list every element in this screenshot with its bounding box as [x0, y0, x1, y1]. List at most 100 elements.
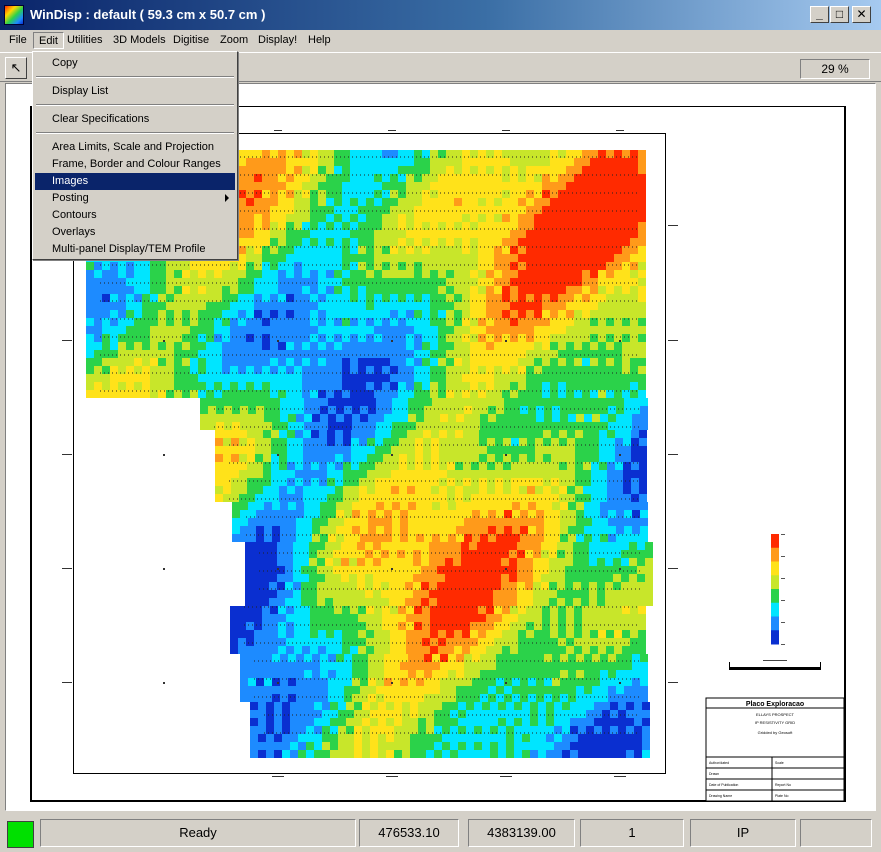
menu-item-contours[interactable]: Contours	[35, 207, 235, 224]
image-cell	[366, 614, 374, 622]
image-cell	[208, 414, 216, 422]
status-extra	[800, 819, 872, 847]
image-cell	[638, 366, 646, 374]
image-cell	[621, 558, 629, 566]
image-cell	[479, 430, 487, 438]
menu-item-copy[interactable]: Copy	[35, 55, 235, 72]
image-cell	[542, 198, 550, 206]
image-cell	[294, 622, 302, 630]
image-cell	[454, 382, 462, 390]
image-cell	[565, 542, 573, 550]
image-cell	[638, 158, 646, 166]
image-cell	[415, 446, 423, 454]
image-cell	[576, 518, 584, 526]
image-cell	[634, 742, 642, 750]
image-cell	[645, 582, 653, 590]
image-cell	[287, 486, 295, 494]
image-cell	[272, 422, 280, 430]
frame-tick	[163, 568, 165, 570]
image-cell	[582, 262, 590, 270]
image-cell	[246, 302, 254, 310]
image-cell	[607, 486, 615, 494]
image-cell	[266, 710, 274, 718]
image-cell	[382, 190, 390, 198]
image-cell	[314, 710, 322, 718]
image-cell	[230, 646, 238, 654]
menu-item-overlays[interactable]: Overlays	[35, 224, 235, 241]
menu-item-posting[interactable]: Posting	[35, 190, 235, 207]
image-cell	[254, 646, 262, 654]
image-cell	[238, 342, 246, 350]
image-cell	[504, 662, 512, 670]
image-cell	[342, 310, 350, 318]
image-cell	[622, 374, 630, 382]
image-cell	[586, 734, 594, 742]
image-cell	[134, 310, 142, 318]
image-cell	[645, 590, 653, 598]
image-cell	[118, 342, 126, 350]
image-cell	[423, 494, 431, 502]
image-cell	[374, 342, 382, 350]
image-cell	[413, 590, 421, 598]
image-cell	[424, 526, 432, 534]
image-cell	[456, 414, 464, 422]
image-cell	[358, 270, 366, 278]
image-cell	[413, 598, 421, 606]
image-cell	[360, 670, 368, 678]
image-cell	[312, 662, 320, 670]
menu-item-multi-panel[interactable]: Multi-panel Display/TEM Profile	[35, 241, 235, 258]
image-cell	[570, 710, 578, 718]
image-cell	[86, 382, 94, 390]
image-cell	[102, 374, 110, 382]
image-cell	[366, 158, 374, 166]
image-cell	[295, 470, 303, 478]
image-cell	[542, 382, 550, 390]
image-cell	[438, 622, 446, 630]
image-cell	[570, 702, 578, 710]
image-cell	[438, 302, 446, 310]
image-cell	[606, 214, 614, 222]
image-cell	[286, 614, 294, 622]
image-cell	[566, 166, 574, 174]
image-cell	[462, 270, 470, 278]
image-cell	[496, 670, 504, 678]
image-cell	[222, 374, 230, 382]
image-cell	[622, 206, 630, 214]
image-cell	[102, 358, 110, 366]
image-cell	[432, 422, 440, 430]
image-cell	[575, 446, 583, 454]
image-cell	[517, 598, 525, 606]
image-cell	[592, 414, 600, 422]
image-cell	[278, 270, 286, 278]
image-cell	[495, 430, 503, 438]
image-cell	[296, 670, 304, 678]
image-cell	[253, 542, 261, 550]
image-cell	[430, 182, 438, 190]
image-cell	[262, 350, 270, 358]
image-cell	[501, 542, 509, 550]
image-cell	[470, 190, 478, 198]
image-cell	[198, 350, 206, 358]
image-cell	[286, 374, 294, 382]
image-cell	[334, 374, 342, 382]
image-cell	[288, 398, 296, 406]
image-cell	[546, 710, 554, 718]
image-cell	[550, 310, 558, 318]
image-cell	[375, 446, 383, 454]
menu-item-frame-border[interactable]: Frame, Border and Colour Ranges	[35, 156, 235, 173]
image-cell	[238, 214, 246, 222]
menu-item-images[interactable]: Images	[35, 173, 235, 190]
menu-item-area-limits[interactable]: Area Limits, Scale and Projection	[35, 139, 235, 156]
image-cell	[360, 398, 368, 406]
image-cell	[494, 342, 502, 350]
image-cell	[418, 718, 426, 726]
menu-item-clear-specifications[interactable]: Clear Specifications	[35, 111, 235, 128]
menu-item-display-list[interactable]: Display List	[35, 83, 235, 100]
image-cell	[382, 310, 390, 318]
image-cell	[438, 190, 446, 198]
image-cell	[440, 502, 448, 510]
image-cell	[600, 422, 608, 430]
image-cell	[368, 414, 376, 422]
image-cell	[150, 342, 158, 350]
image-cell	[406, 158, 414, 166]
